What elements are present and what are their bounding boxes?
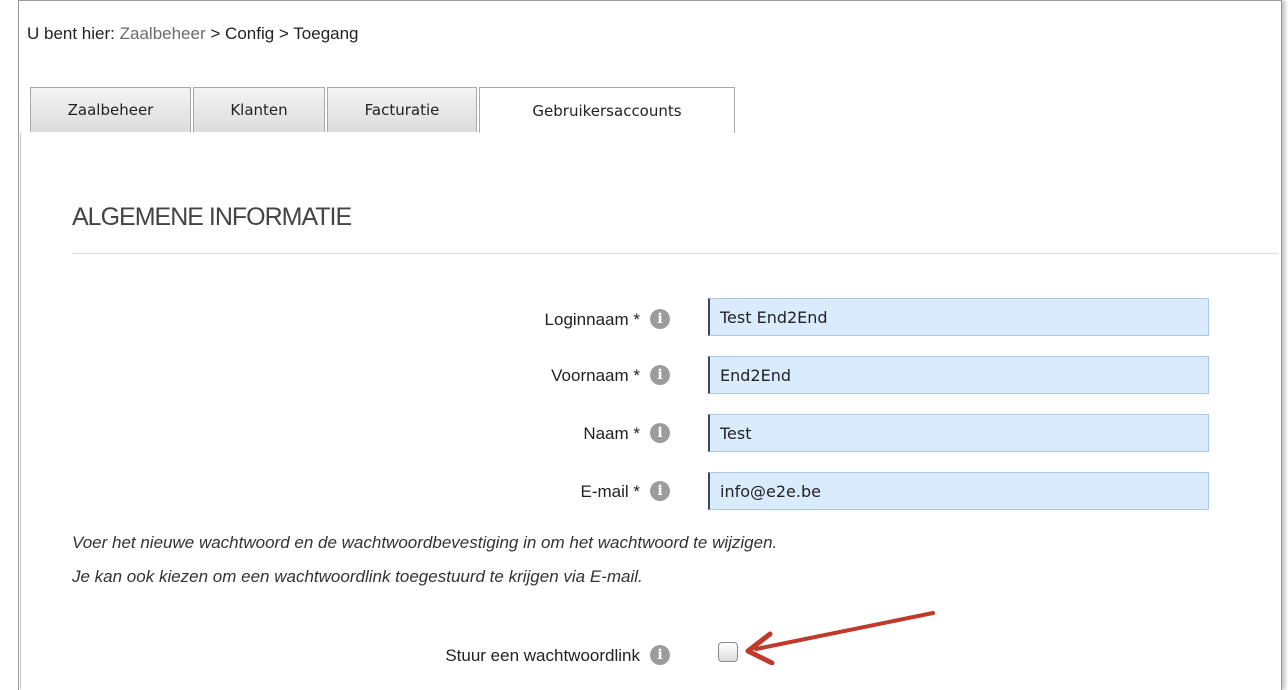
voornaam-field[interactable] [708, 356, 1209, 394]
send-link-checkbox[interactable] [718, 642, 738, 662]
section-title: ALGEMENE INFORMATIE [72, 203, 352, 231]
section-divider [72, 253, 1278, 254]
info-icon[interactable]: i [650, 645, 670, 665]
voornaam-label: Voornaam * [551, 366, 640, 385]
breadcrumb-separator: > [210, 24, 221, 43]
breadcrumb-item-config[interactable]: Config [225, 24, 274, 43]
tab-gebruikersaccounts[interactable]: Gebruikersaccounts [479, 87, 735, 134]
email-label: E-mail * [580, 482, 640, 501]
tab-klanten[interactable]: Klanten [193, 87, 325, 132]
breadcrumb-separator: > [278, 24, 289, 43]
naam-label: Naam * [583, 424, 640, 443]
naam-field[interactable] [708, 414, 1209, 452]
info-icon[interactable]: i [650, 481, 670, 501]
tab-bar: Zaalbeheer Klanten Facturatie Gebruikers… [20, 87, 1278, 134]
info-icon[interactable]: i [650, 365, 670, 385]
loginnaam-label: Loginnaam * [544, 310, 640, 329]
breadcrumb-item-toegang: Toegang [293, 24, 359, 43]
send-link-label: Stuur een wachtwoordlink [445, 646, 640, 665]
loginnaam-field[interactable] [708, 298, 1209, 336]
tab-facturatie[interactable]: Facturatie [327, 87, 477, 132]
password-note-2: Je kan ook kiezen om een wachtwoordlink … [72, 567, 643, 586]
breadcrumb: U bent hier: Zaalbeheer > Config > Toega… [27, 24, 359, 44]
info-icon[interactable]: i [650, 309, 670, 329]
breadcrumb-prefix: U bent hier: [27, 24, 115, 43]
email-field[interactable] [708, 472, 1209, 510]
info-icon[interactable]: i [650, 423, 670, 443]
password-note-1: Voer het nieuwe wachtwoord en de wachtwo… [72, 533, 778, 552]
red-arrow-icon [745, 611, 935, 665]
breadcrumb-item-zaalbeheer[interactable]: Zaalbeheer [120, 24, 206, 43]
tab-zaalbeheer[interactable]: Zaalbeheer [30, 87, 191, 132]
